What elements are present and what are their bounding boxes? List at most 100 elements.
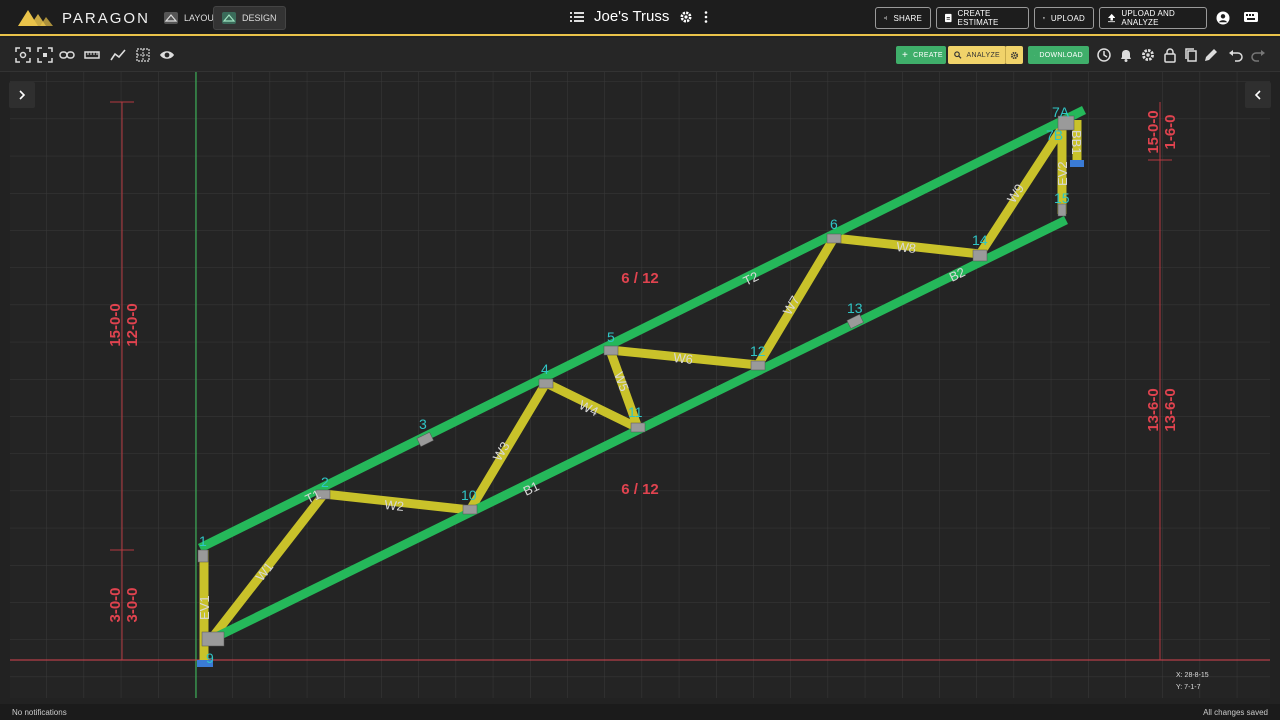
plate-node-1[interactable] xyxy=(197,549,209,563)
zoom-fit-icon[interactable] xyxy=(15,47,31,63)
node-label-4: 4 xyxy=(541,361,549,377)
node-label-14: 14 xyxy=(972,232,988,248)
left-panel-toggle[interactable] xyxy=(9,82,35,108)
dim-right-outer-top: 15-0-0 xyxy=(1145,110,1162,153)
layout-icon xyxy=(164,12,178,24)
visibility-eye-icon[interactable] xyxy=(159,47,175,63)
node-label-9: 9 xyxy=(206,650,214,666)
account-icon[interactable] xyxy=(1216,11,1230,25)
chevron-left-icon xyxy=(1254,90,1261,100)
pitch-label-top: 6 / 12 xyxy=(621,270,659,287)
copy-icon[interactable] xyxy=(1183,47,1199,63)
upload-icon xyxy=(1108,13,1116,23)
node-label-10: 10 xyxy=(461,487,477,503)
ruler-icon[interactable] xyxy=(84,47,100,63)
project-title-area: Joe's Truss xyxy=(570,8,709,25)
download-label: DOWNLOAD xyxy=(1039,51,1083,59)
create-label: CREATE xyxy=(913,51,943,59)
plate-node-14[interactable] xyxy=(972,249,988,262)
plate-node-9[interactable] xyxy=(201,631,225,647)
history-icon[interactable] xyxy=(1096,47,1112,63)
node-label-6: 6 xyxy=(830,216,838,232)
design-canvas[interactable]: 15-0-0 12-0-0 3-0-0 3-0-0 15-0-0 1-6-0 1… xyxy=(10,72,1270,698)
member-label-w2: W2 xyxy=(384,497,405,514)
dim-left-inner-bottom: 3-0-0 xyxy=(124,587,141,622)
plate-node-10[interactable] xyxy=(462,504,478,515)
upload-and-analyze-button[interactable]: UPLOAD AND ANALYZE xyxy=(1099,7,1207,29)
right-panel-toggle[interactable] xyxy=(1245,82,1271,108)
save-status: All changes saved xyxy=(1203,708,1268,717)
focus-selection-icon[interactable] xyxy=(37,47,53,63)
settings-gear-icon[interactable] xyxy=(1140,47,1156,63)
chevron-right-icon xyxy=(19,90,26,100)
upload-and-analyze-label: UPLOAD AND ANALYZE xyxy=(1121,9,1175,27)
node-label-15: 15 xyxy=(1054,190,1070,206)
plate-node-4[interactable] xyxy=(538,378,554,389)
node-label-5: 5 xyxy=(607,329,615,345)
settings-gear-icon[interactable] xyxy=(679,10,693,24)
node-label-12: 12 xyxy=(750,343,766,359)
node-label-13: 13 xyxy=(847,300,863,316)
keyboard-icon[interactable] xyxy=(1244,12,1258,22)
member-label-ev1: EV1 xyxy=(197,595,212,620)
cursor-x: X: 28-8-15 xyxy=(1176,672,1209,679)
plate-node-12[interactable] xyxy=(750,360,766,371)
document-icon xyxy=(945,13,952,23)
plate-node-6[interactable] xyxy=(826,233,842,244)
lock-icon[interactable] xyxy=(1162,47,1178,63)
node-label-1: 1 xyxy=(199,533,207,549)
create-estimate-button[interactable]: CREATE ESTIMATE xyxy=(936,7,1029,29)
share-button[interactable]: SHARE xyxy=(875,7,931,29)
analyze-settings-button[interactable] xyxy=(1005,46,1023,64)
member-label-ev2: EV2 xyxy=(1055,161,1070,186)
pitch-label-bottom: 6 / 12 xyxy=(621,481,659,498)
more-vert-icon[interactable] xyxy=(703,10,709,24)
member-label-w6: W6 xyxy=(673,350,694,367)
node-label-2: 2 xyxy=(321,474,329,490)
share-label: SHARE xyxy=(893,13,922,23)
top-bar: PARAGON LAYOUT DESIGN Joe's Truss SHARE … xyxy=(0,0,1280,36)
settings-gear-icon xyxy=(1010,51,1019,59)
truss-drawing[interactable]: 15-0-0 12-0-0 3-0-0 3-0-0 15-0-0 1-6-0 1… xyxy=(10,72,1270,698)
design-icon xyxy=(222,12,236,24)
download-button[interactable]: DOWNLOAD xyxy=(1028,46,1089,64)
node-label-7b: 7B xyxy=(1046,127,1063,143)
edit-pencil-icon[interactable] xyxy=(1203,47,1219,63)
redo-icon[interactable] xyxy=(1250,47,1266,63)
notification-bell-icon[interactable] xyxy=(1118,47,1134,63)
design-toolbar: + CREATE ANALYZE DOWNLOAD xyxy=(0,38,1280,72)
project-title: Joe's Truss xyxy=(594,8,670,25)
dim-left-inner-top: 12-0-0 xyxy=(124,303,141,346)
list-icon[interactable] xyxy=(570,11,584,23)
link-icon[interactable] xyxy=(59,47,75,63)
create-button[interactable]: + CREATE xyxy=(896,46,946,64)
cursor-coordinates: X: 28-8-15 Y: 7-1-7 xyxy=(1176,670,1209,694)
dim-left-outer-top: 15-0-0 xyxy=(107,303,124,346)
notifications-status: No notifications xyxy=(12,708,67,717)
share-icon xyxy=(884,16,888,20)
member-label-w8: W8 xyxy=(896,239,917,256)
search-icon xyxy=(954,51,962,59)
analyze-label: ANALYZE xyxy=(966,51,1000,59)
upload-icon xyxy=(1043,16,1045,20)
line-chart-icon[interactable] xyxy=(110,47,126,63)
member-label-bb1: BB1 xyxy=(1069,130,1084,155)
cursor-y: Y: 7-1-7 xyxy=(1176,684,1201,691)
dim-left-outer-bottom: 3-0-0 xyxy=(107,587,124,622)
dim-right-outer-bottom: 13-6-0 xyxy=(1145,388,1162,431)
mode-design-button[interactable]: DESIGN xyxy=(213,6,286,30)
support-right[interactable] xyxy=(1070,160,1084,167)
analyze-button[interactable]: ANALYZE xyxy=(948,46,1006,64)
dim-right-inner-bottom: 13-6-0 xyxy=(1162,388,1179,431)
upload-label: UPLOAD xyxy=(1050,13,1085,23)
grid-icon[interactable] xyxy=(135,47,151,63)
plate-node-11[interactable] xyxy=(630,422,646,433)
undo-icon[interactable] xyxy=(1228,47,1244,63)
dim-right-inner-top: 1-6-0 xyxy=(1162,114,1179,149)
node-label-3: 3 xyxy=(419,416,427,432)
upload-button[interactable]: UPLOAD xyxy=(1034,7,1094,29)
node-label-7a: 7A xyxy=(1052,104,1070,120)
plus-icon: + xyxy=(902,49,909,61)
brand-logo[interactable]: PARAGON xyxy=(18,8,150,28)
plate-node-5[interactable] xyxy=(603,345,619,356)
